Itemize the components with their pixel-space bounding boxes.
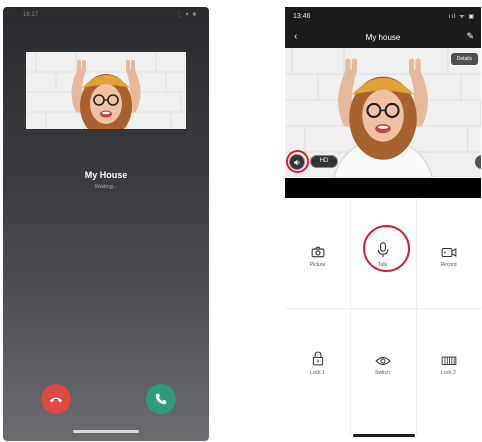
doorbell-preview-image xyxy=(26,52,186,129)
lock-1-button[interactable]: Lock 1 xyxy=(285,348,350,388)
status-bar: 16:17 ⋮ ▾ ■ xyxy=(3,7,209,23)
accept-call-button[interactable] xyxy=(146,384,176,414)
nav-bar: ‹ My house ✎ xyxy=(285,26,481,48)
call-status: Waiting... xyxy=(94,184,118,190)
eye-icon xyxy=(374,348,391,366)
gate-icon xyxy=(441,348,457,366)
home-indicator xyxy=(73,430,139,433)
picture-button[interactable]: Picture xyxy=(285,240,350,280)
switch-button[interactable]: Switch xyxy=(350,348,415,388)
caller-name: My House xyxy=(84,170,128,180)
action-label: Lock 2 xyxy=(441,370,456,376)
page-title: My house xyxy=(365,33,401,42)
hang-up-icon xyxy=(50,397,62,403)
video-record-icon xyxy=(441,240,457,258)
grid-divider xyxy=(350,198,351,436)
screenshot-page: 16:17 ⋮ ▾ ■ My House Waiting... 13:46 ıı… xyxy=(0,0,482,442)
action-label: Picture xyxy=(309,262,326,268)
talk-highlight-ring xyxy=(363,225,410,272)
incoming-call-screen: 16:17 ⋮ ▾ ■ My House Waiting... xyxy=(3,7,209,441)
action-label: Lock 1 xyxy=(310,370,325,376)
phone-icon xyxy=(155,393,167,405)
home-indicator xyxy=(353,434,415,437)
camera-icon xyxy=(311,240,325,258)
status-icons: ııl ᯤ ▣ xyxy=(448,14,475,20)
decline-call-button[interactable] xyxy=(41,384,71,414)
quality-toggle[interactable]: HD xyxy=(310,155,338,168)
edit-icon[interactable]: ✎ xyxy=(466,31,474,42)
status-icons: ⋮ ▾ ■ xyxy=(176,12,197,18)
lock-icon xyxy=(312,348,324,366)
grid-divider xyxy=(285,308,481,309)
details-badge[interactable]: Details xyxy=(450,53,478,65)
live-view-screen: 13:46 ııl ᯤ ▣ ‹ My house ✎ Details HD Pi… xyxy=(285,7,481,441)
lock-2-button[interactable]: Lock 2 xyxy=(416,348,481,388)
record-button[interactable]: Record xyxy=(416,240,481,280)
status-time: 16:17 xyxy=(23,12,39,18)
status-bar: 13:46 ııl ᯤ ▣ xyxy=(285,7,481,26)
grid-divider xyxy=(416,198,417,436)
action-label: Record xyxy=(440,262,457,268)
mute-highlight-ring xyxy=(286,150,309,173)
status-time: 13:46 xyxy=(293,13,311,20)
video-letterbox xyxy=(285,178,481,198)
action-label: Switch xyxy=(375,370,390,376)
